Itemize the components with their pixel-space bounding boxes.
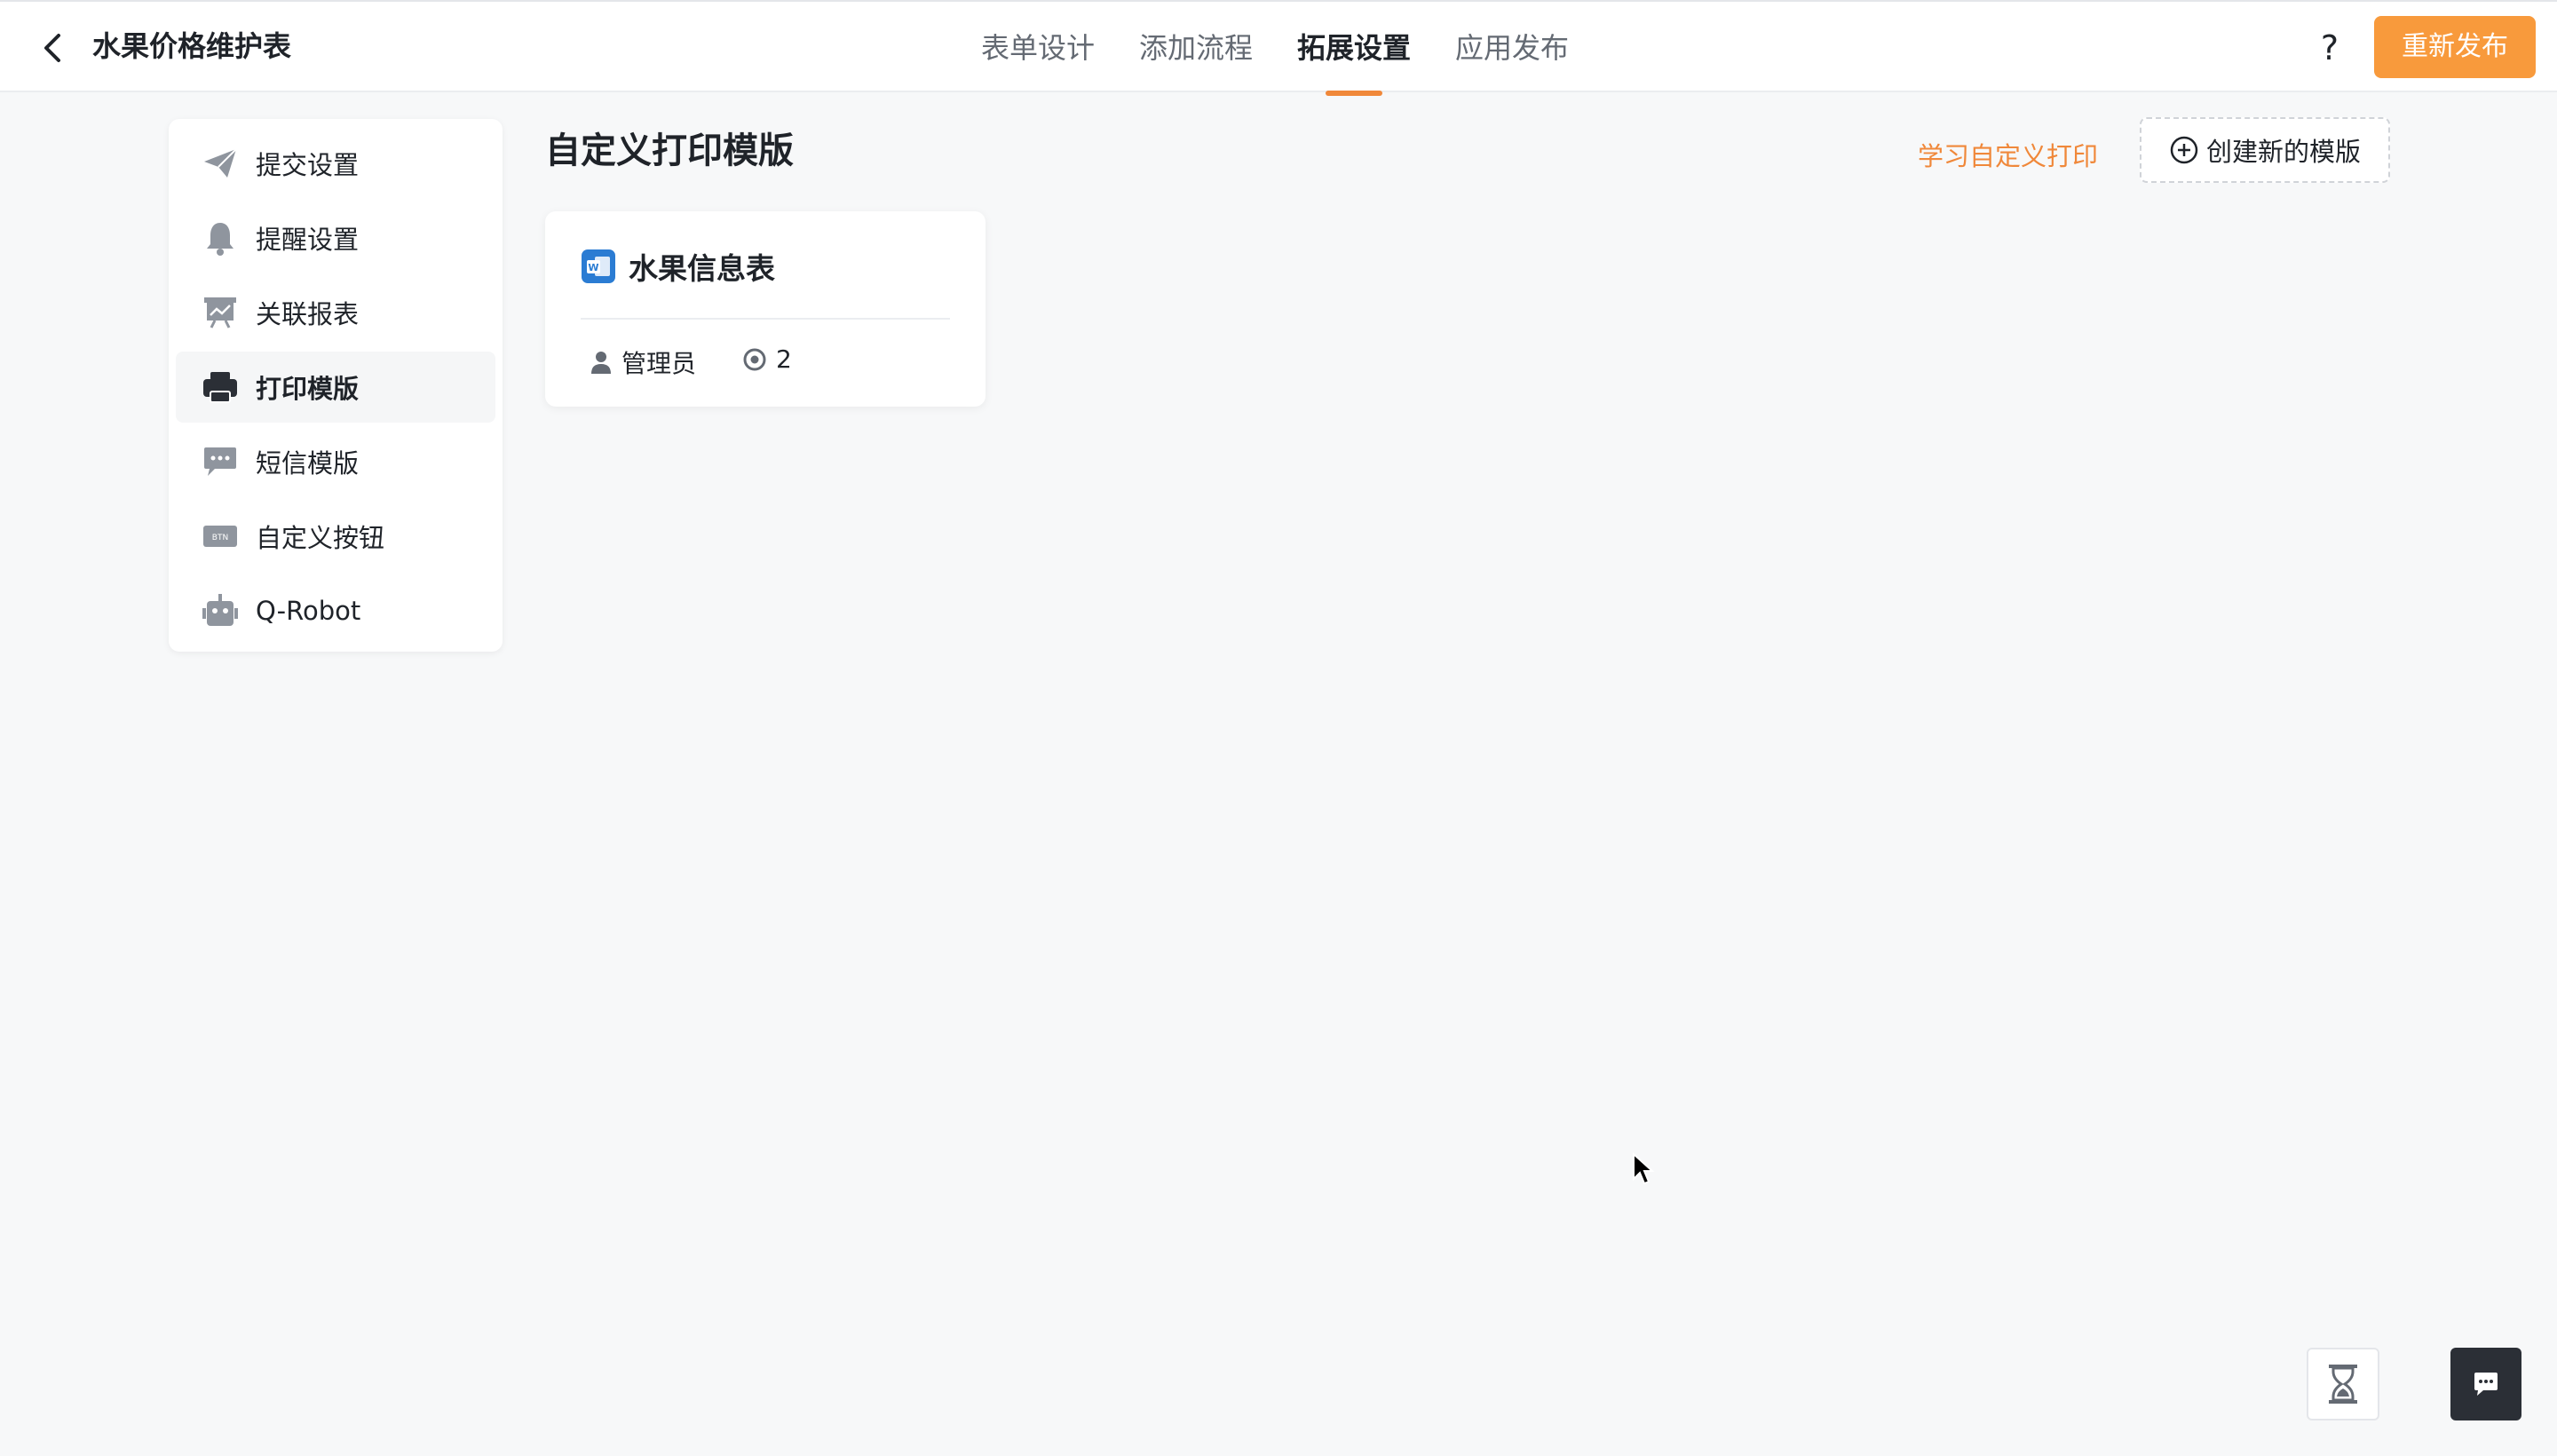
presentation-chart-icon <box>201 293 240 332</box>
mouse-cursor-icon <box>1633 1152 1655 1185</box>
paper-plane-icon <box>201 144 240 183</box>
template-card-header: W 水果信息表 <box>581 245 775 288</box>
svg-text:BTN: BTN <box>212 534 228 542</box>
sidebar-item-label: 打印模版 <box>256 374 360 404</box>
help-icon[interactable]: ? <box>2308 27 2351 69</box>
user-icon <box>590 350 613 375</box>
settings-sidebar: 提交设置 提醒设置 关联报表 打印模版 短信模版 BTN 自定义按钮 Q-Rob… <box>169 119 503 652</box>
tab-form-design[interactable]: 表单设计 <box>959 2 1117 94</box>
hourglass-icon <box>2329 1365 2357 1404</box>
sidebar-item-custom-buttons[interactable]: BTN 自定义按钮 <box>176 501 495 572</box>
chevron-left-icon <box>44 34 60 62</box>
template-title: 水果信息表 <box>629 251 775 286</box>
message-bubble-icon <box>201 442 240 481</box>
create-template-button[interactable]: 创建新的模版 <box>2140 117 2390 183</box>
republish-button[interactable]: 重新发布 <box>2374 16 2536 78</box>
sidebar-item-linked-reports[interactable]: 关联报表 <box>176 277 495 348</box>
bell-icon <box>201 218 240 257</box>
sidebar-item-label: Q-Robot <box>256 596 361 626</box>
sidebar-item-label: 关联报表 <box>256 299 360 329</box>
printer-icon <box>201 368 240 407</box>
tab-app-publish[interactable]: 应用发布 <box>1433 2 1591 94</box>
sidebar-item-reminder-settings[interactable]: 提醒设置 <box>176 202 495 273</box>
svg-text:W: W <box>588 262 598 273</box>
sidebar-item-label: 提交设置 <box>256 150 360 180</box>
tab-add-process[interactable]: 添加流程 <box>1117 2 1275 94</box>
sidebar-item-label: 短信模版 <box>256 448 360 479</box>
back-button[interactable] <box>32 27 75 69</box>
word-document-icon: W <box>582 249 615 283</box>
owner-label: 管理员 <box>621 349 697 378</box>
plus-circle-icon <box>2170 136 2198 164</box>
template-owner: 管理员 <box>590 344 696 380</box>
sidebar-item-sms-templates[interactable]: 短信模版 <box>176 426 495 497</box>
template-usage-count: 2 <box>742 344 792 374</box>
hourglass-button[interactable] <box>2307 1348 2379 1420</box>
card-divider <box>581 318 950 320</box>
app-title: 水果价格维护表 <box>92 29 292 63</box>
top-header: 水果价格维护表 表单设计 添加流程 拓展设置 应用发布 ? 重新发布 <box>0 0 2557 92</box>
tab-extension-settings[interactable]: 拓展设置 <box>1275 2 1433 94</box>
usage-count: 2 <box>776 344 792 374</box>
sidebar-item-label: 自定义按钮 <box>256 523 385 553</box>
create-template-label: 创建新的模版 <box>2205 137 2361 167</box>
page-title: 自定义打印模版 <box>545 131 794 171</box>
btn-tag-icon: BTN <box>201 517 240 556</box>
template-card[interactable]: W 水果信息表 管理员 2 <box>545 211 986 407</box>
sidebar-item-q-robot[interactable]: Q-Robot <box>176 575 495 646</box>
learn-custom-print-link[interactable]: 学习自定义打印 <box>1918 137 2098 176</box>
sidebar-item-submit-settings[interactable]: 提交设置 <box>176 128 495 199</box>
chat-button[interactable] <box>2450 1348 2521 1420</box>
sidebar-item-print-templates[interactable]: 打印模版 <box>176 352 495 423</box>
sidebar-item-label: 提醒设置 <box>256 225 360 255</box>
chat-bubble-icon <box>2474 1373 2498 1396</box>
main-tabs: 表单设计 添加流程 拓展设置 应用发布 <box>959 2 1591 94</box>
robot-icon <box>201 591 240 630</box>
target-icon <box>742 347 767 372</box>
